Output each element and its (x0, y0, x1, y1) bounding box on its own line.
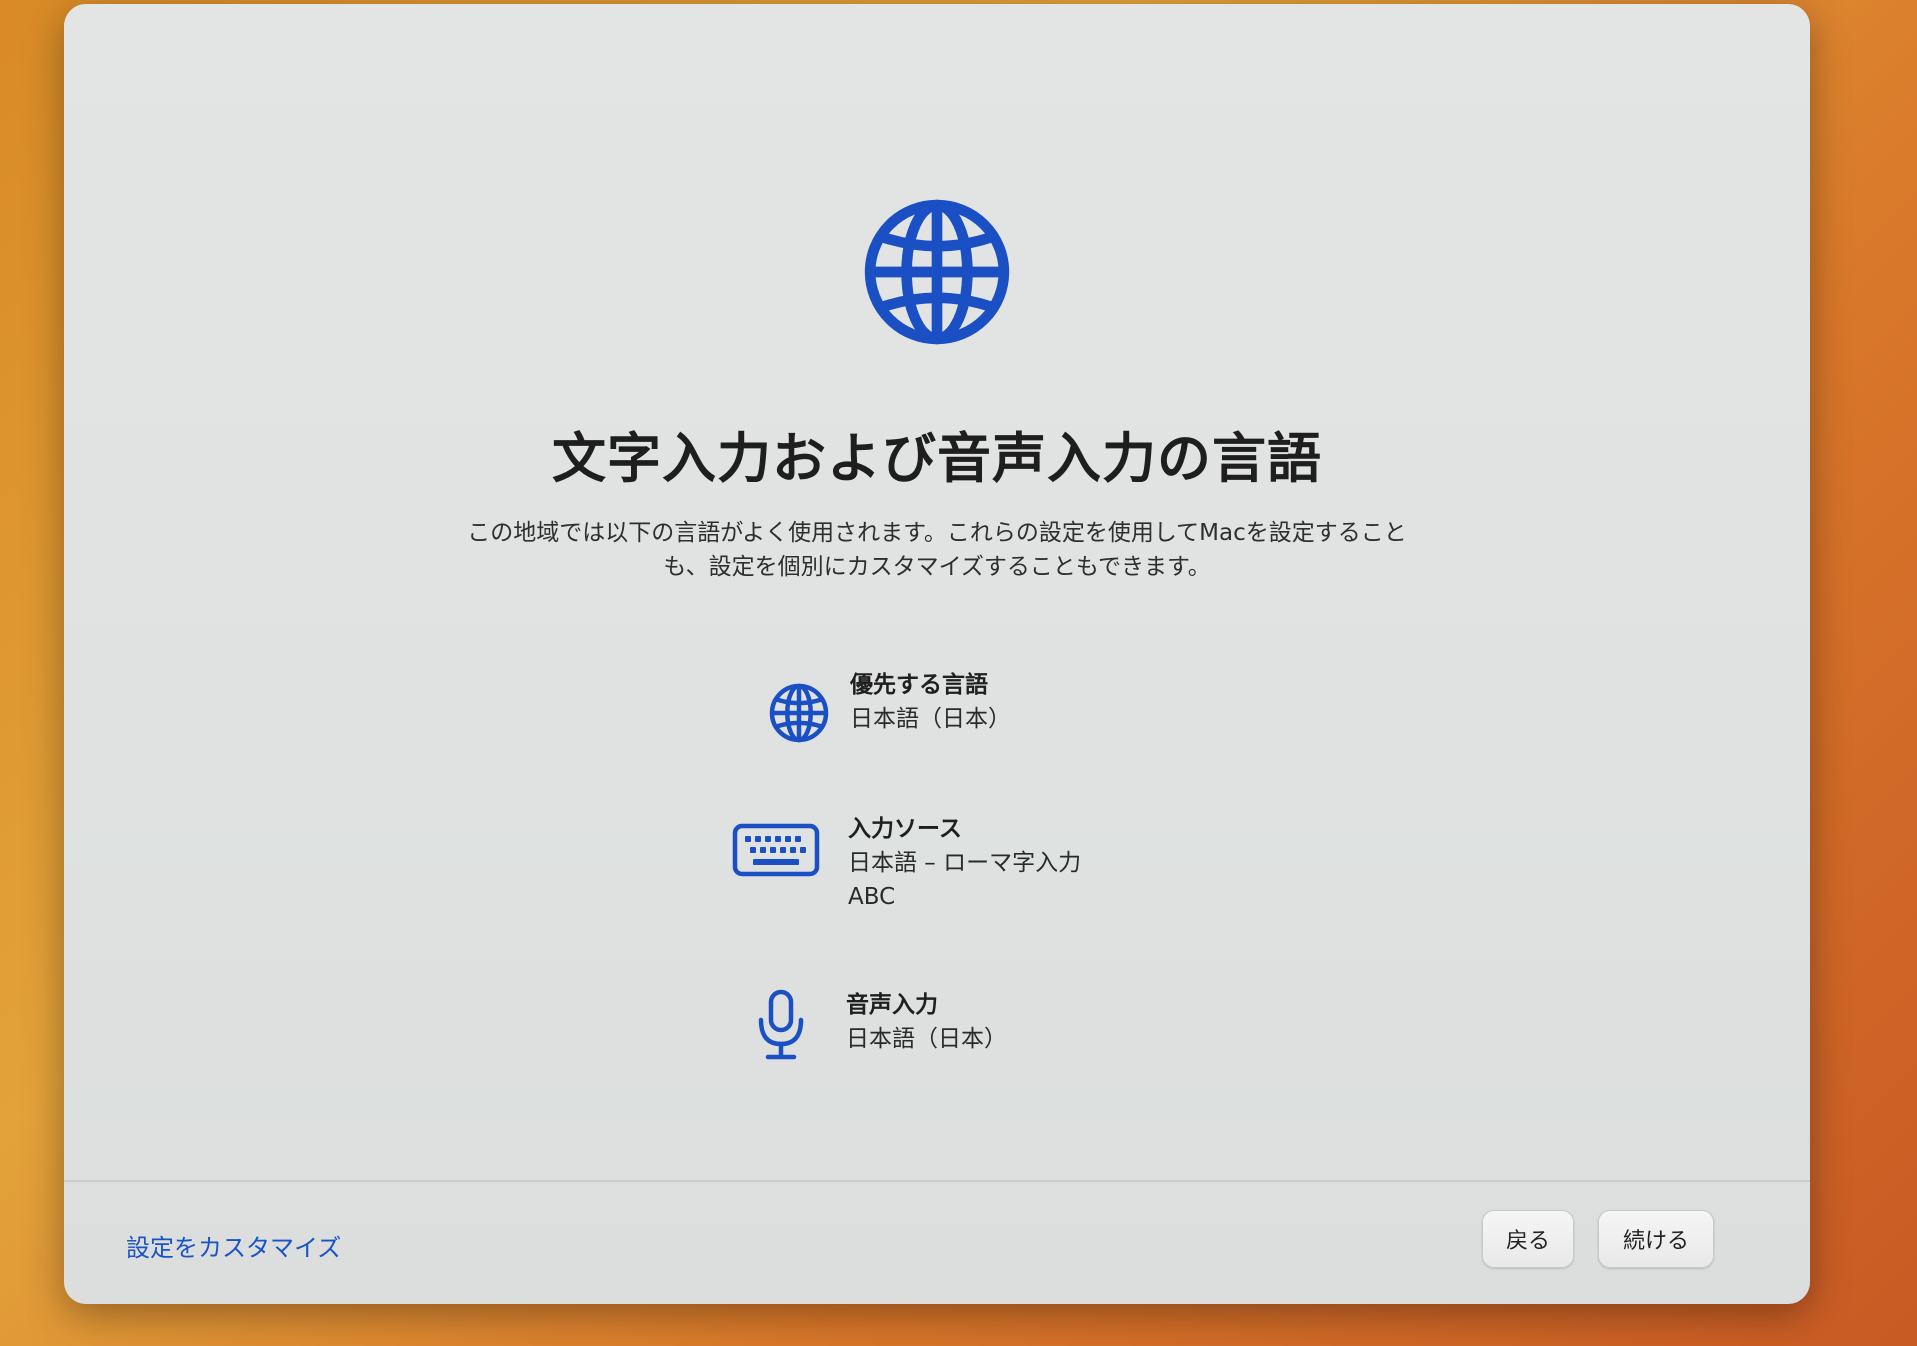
page-description: この地域では以下の言語がよく使用されます。これらの設定を使用してMacを設定する… (467, 520, 1407, 580)
setting-text: 優先する言語 日本語（日本） (850, 668, 1011, 736)
microphone-icon (758, 989, 804, 1060)
continue-button[interactable]: 続ける (1598, 1210, 1714, 1268)
setting-preferred-language: 優先する言語 日本語（日本） (64, 668, 1810, 768)
setting-dictation: 音声入力 日本語（日本） (64, 988, 1810, 1088)
keyboard-icon (732, 823, 820, 877)
globe-icon (769, 683, 829, 743)
customize-settings-link[interactable]: 設定をカスタマイズ (126, 1228, 341, 1263)
back-button[interactable]: 戻る (1482, 1210, 1574, 1268)
setting-value: 日本語 – ローマ字入力 (848, 850, 1082, 876)
setting-text: 音声入力 日本語（日本） (846, 988, 1007, 1056)
setting-value: ABC (848, 884, 896, 910)
setup-assistant-window: 文字入力および音声入力の言語 この地域では以下の言語がよく使用されます。これらの… (64, 4, 1810, 1304)
setting-value: 日本語（日本） (846, 1026, 1007, 1052)
setting-label: 音声入力 (846, 992, 938, 1018)
setting-input-sources: 入力ソース 日本語 – ローマ字入力 ABC (64, 812, 1810, 912)
setting-label: 優先する言語 (850, 672, 988, 698)
page-title: 文字入力および音声入力の言語 (552, 427, 1322, 490)
setting-value: 日本語（日本） (850, 706, 1011, 732)
setting-text: 入力ソース 日本語 – ローマ字入力 ABC (848, 812, 1081, 914)
footer-divider (64, 1180, 1810, 1182)
setting-label: 入力ソース (848, 816, 962, 842)
globe-icon (864, 199, 1010, 345)
